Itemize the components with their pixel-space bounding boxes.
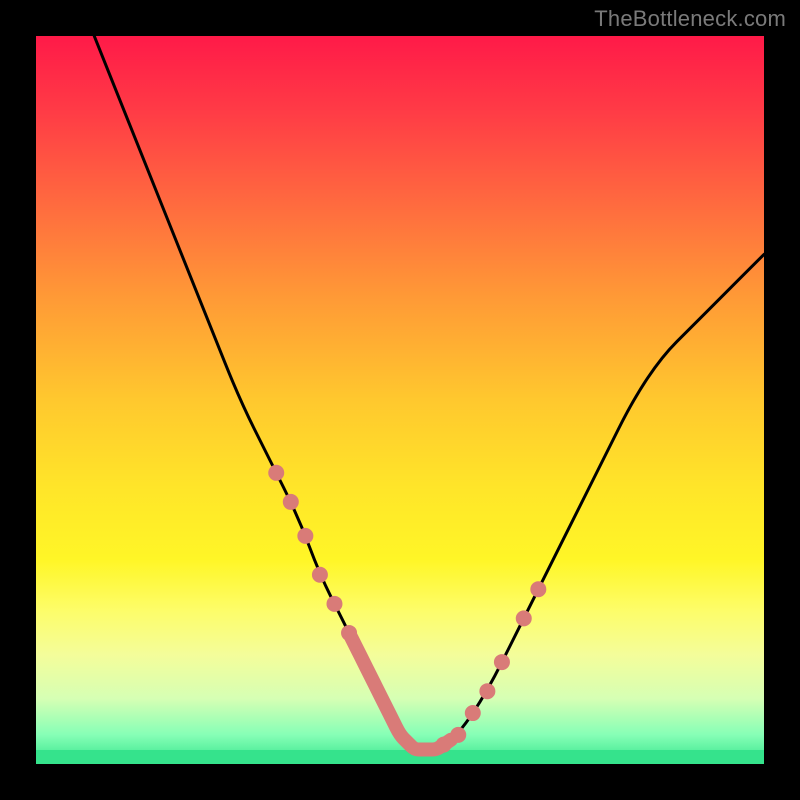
curve-dot — [436, 737, 452, 753]
curve-dot — [479, 683, 495, 699]
curve-group — [94, 36, 764, 753]
chart-frame: TheBottleneck.com — [0, 0, 800, 800]
curve-dot — [530, 581, 546, 597]
watermark-text: TheBottleneck.com — [594, 6, 786, 32]
curve-dot — [516, 610, 532, 626]
curve-dot — [494, 654, 510, 670]
curve-dot — [283, 494, 299, 510]
bottleneck-curve-path — [94, 36, 764, 749]
curve-dots — [268, 465, 546, 753]
plot-area — [36, 36, 764, 764]
curve-dot — [297, 528, 313, 544]
curve-dot — [268, 465, 284, 481]
curve-dot — [312, 567, 328, 583]
valley-band — [349, 633, 451, 749]
bottleneck-curve-svg — [36, 36, 764, 764]
curve-dot — [465, 705, 481, 721]
curve-dot — [450, 727, 466, 743]
curve-dot — [326, 596, 342, 612]
curve-dot — [341, 625, 357, 641]
